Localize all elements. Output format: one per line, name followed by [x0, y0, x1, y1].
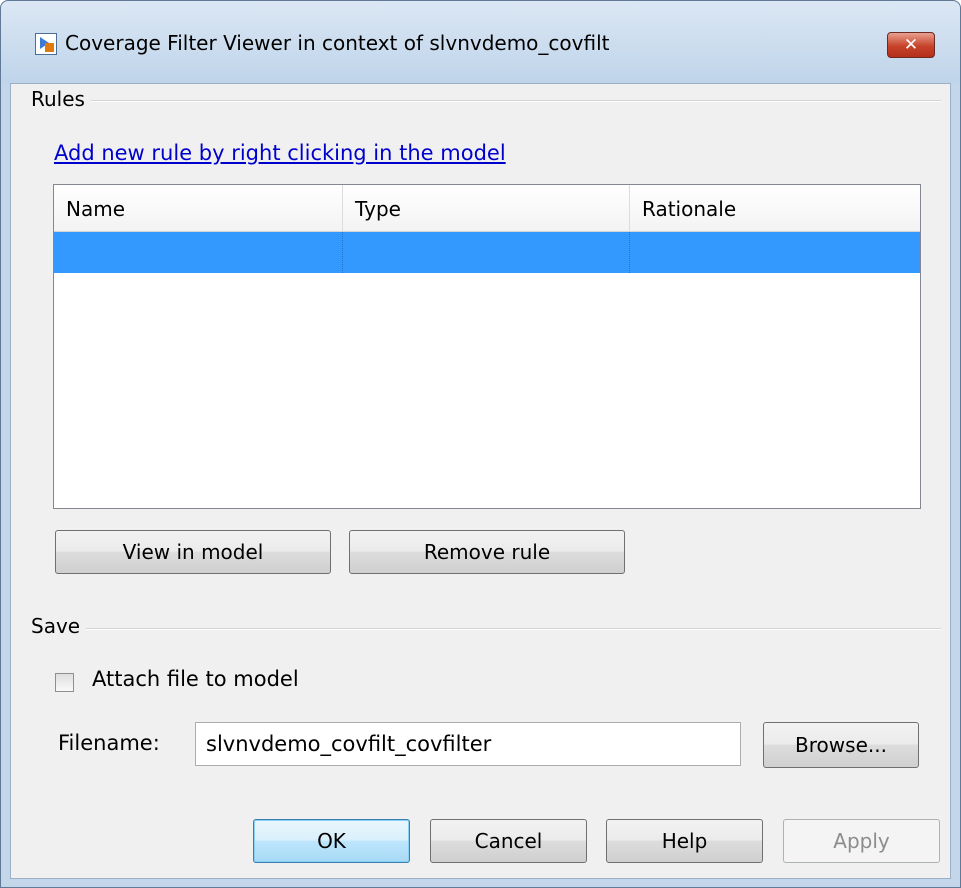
filename-field[interactable]: slvnvdemo_covfilt_covfilter [195, 722, 741, 766]
close-button[interactable]: ✕ [887, 32, 935, 58]
ok-button[interactable]: OK [253, 819, 410, 863]
cell-name[interactable] [54, 232, 343, 273]
view-in-model-button[interactable]: View in model [55, 530, 331, 574]
help-button[interactable]: Help [606, 819, 763, 863]
table-row[interactable] [54, 232, 920, 273]
simulink-app-icon [35, 33, 57, 55]
rules-section-label: Rules [31, 87, 91, 111]
apply-button: Apply [783, 819, 940, 863]
cell-type[interactable] [343, 232, 630, 273]
attach-file-checkbox[interactable] [55, 673, 74, 692]
add-rule-link[interactable]: Add new rule by right clicking in the mo… [54, 141, 506, 165]
save-divider [31, 628, 941, 630]
cell-rationale[interactable] [630, 232, 920, 273]
browse-button[interactable]: Browse... [763, 722, 919, 768]
table-header: Name Type Rationale [54, 185, 920, 232]
filename-label: Filename: [58, 731, 160, 755]
column-header-type[interactable]: Type [343, 185, 630, 231]
cancel-button[interactable]: Cancel [430, 819, 587, 863]
dialog-window: Coverage Filter Viewer in context of slv… [0, 0, 961, 888]
column-header-name[interactable]: Name [54, 185, 343, 231]
close-icon: ✕ [903, 35, 919, 55]
save-section-label: Save [31, 614, 87, 638]
rules-table[interactable]: Name Type Rationale [53, 184, 921, 509]
block-square-icon [45, 43, 54, 52]
remove-rule-button[interactable]: Remove rule [349, 530, 625, 574]
dialog-body: Rules Add new rule by right clicking in … [10, 83, 951, 879]
rules-divider [31, 100, 941, 102]
title-bar[interactable]: Coverage Filter Viewer in context of slv… [1, 1, 960, 83]
window-title: Coverage Filter Viewer in context of slv… [65, 31, 610, 55]
attach-file-label[interactable]: Attach file to model [92, 667, 299, 691]
column-header-rationale[interactable]: Rationale [630, 185, 920, 231]
